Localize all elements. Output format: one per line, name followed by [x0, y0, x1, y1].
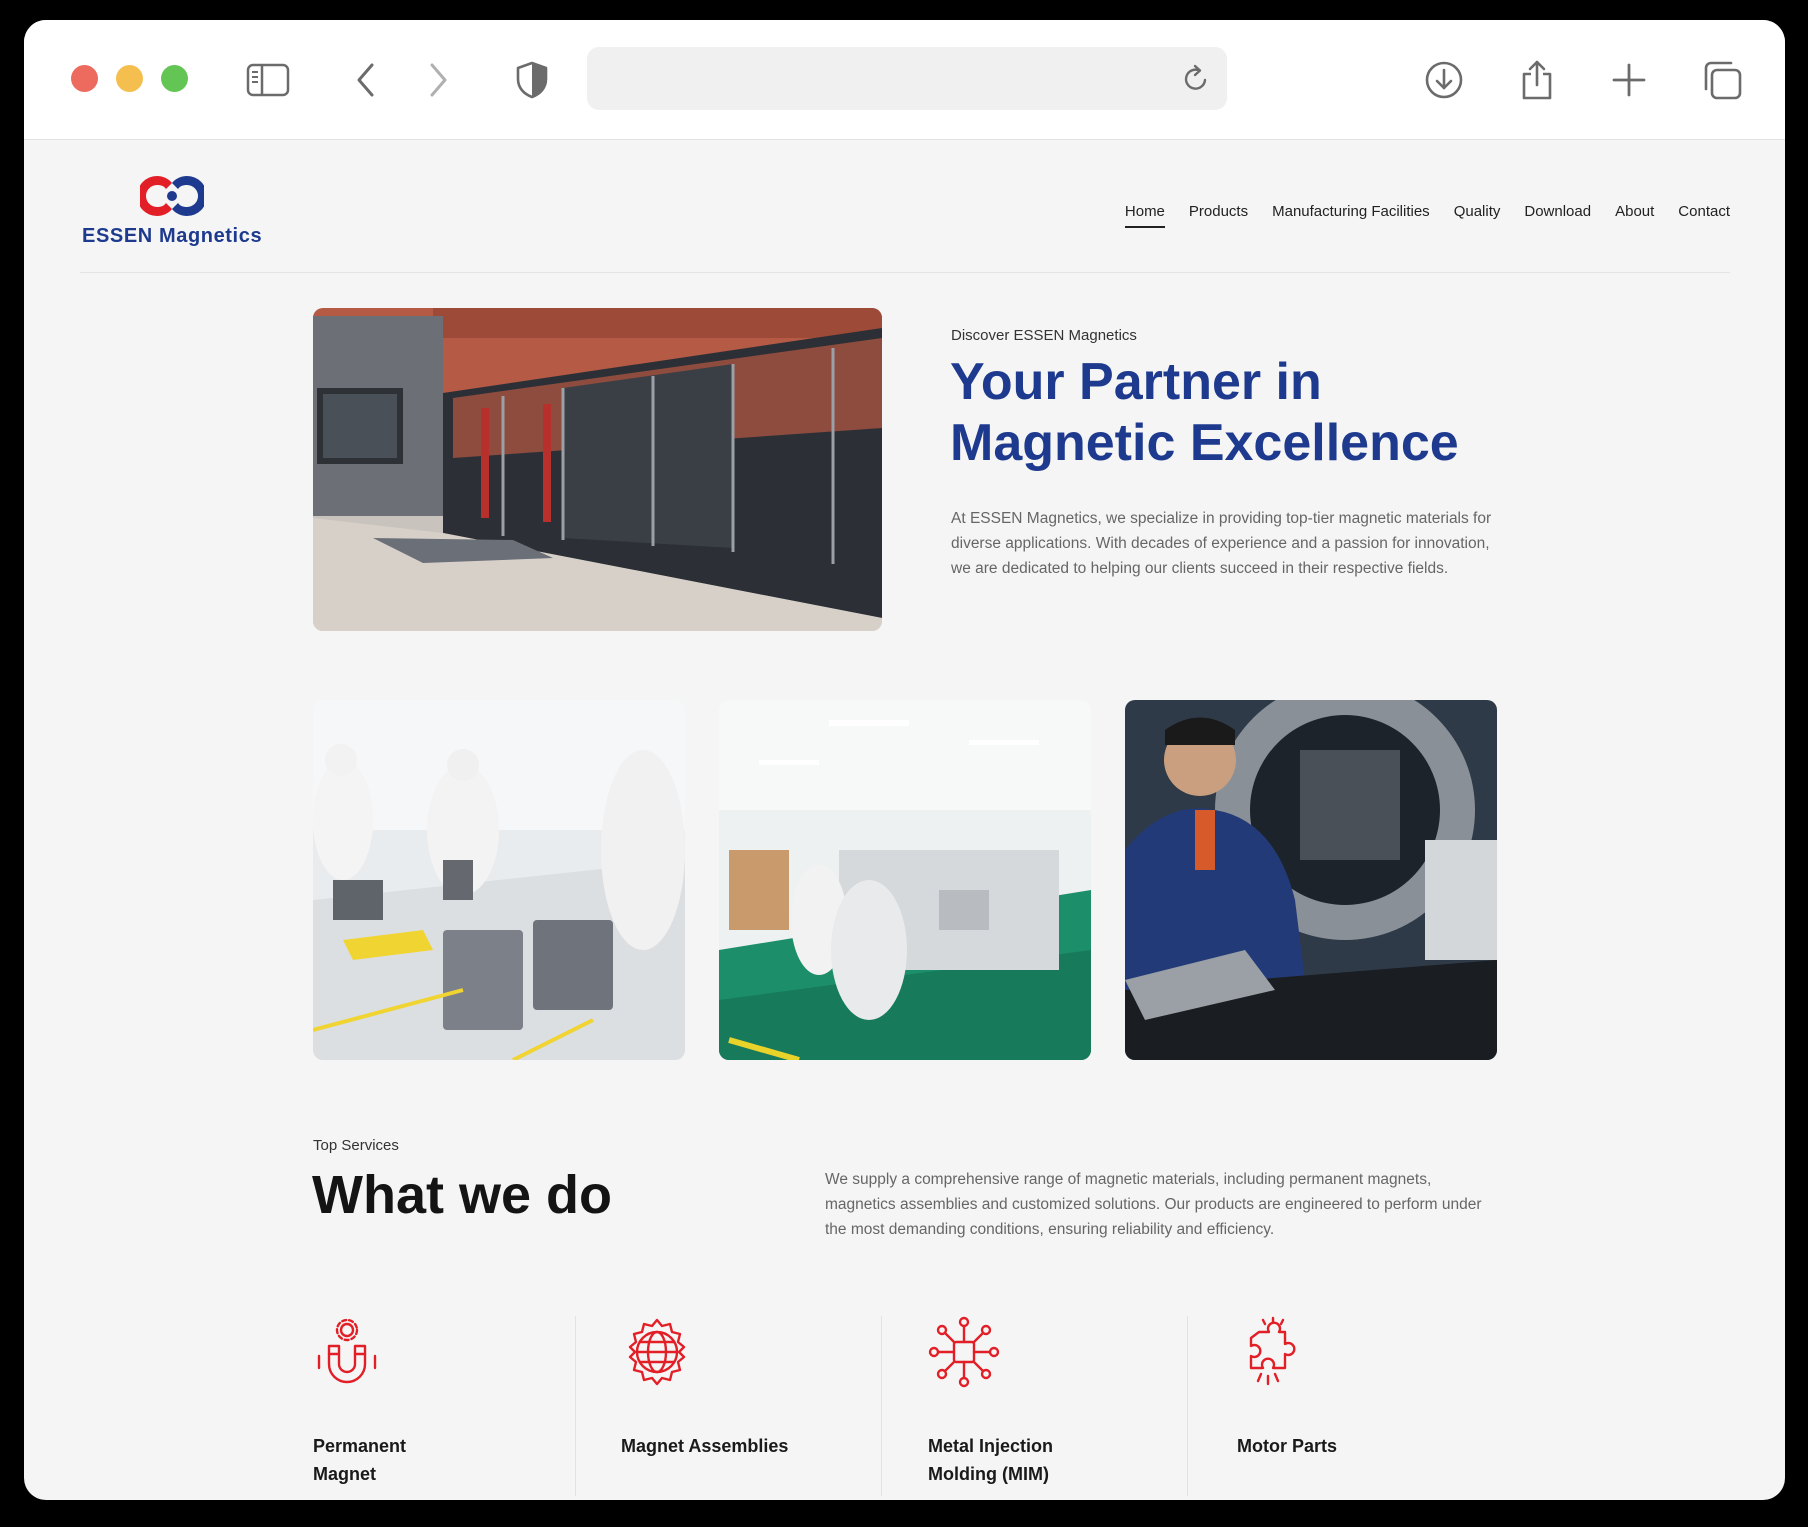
sidebar-icon: [246, 63, 290, 97]
new-tab-button[interactable]: [1607, 60, 1651, 100]
reload-button[interactable]: [1177, 59, 1215, 97]
site-logo[interactable]: ESSEN Magnetics: [80, 175, 280, 255]
hero-image-building-entrance: [313, 308, 882, 631]
downloads-button[interactable]: [1422, 60, 1466, 100]
nav-item-download[interactable]: Download: [1524, 203, 1591, 228]
minimize-window-button[interactable]: [116, 65, 143, 92]
service-motor-parts[interactable]: Motor Parts: [1237, 1316, 1437, 1491]
service-label: Metal Injection Molding (MIM): [928, 1436, 1054, 1484]
browser-window: ESSEN Magnetics Home Products Manufactur…: [24, 20, 1785, 1500]
share-button[interactable]: [1515, 60, 1559, 100]
service-divider: [1187, 1316, 1188, 1496]
service-magnet-assemblies[interactable]: Magnet Assemblies: [621, 1316, 861, 1491]
sidebar-toggle-button[interactable]: [246, 60, 290, 100]
nav-item-quality[interactable]: Quality: [1454, 203, 1501, 228]
service-permanent-magnet[interactable]: Permanent Magnet: [313, 1316, 543, 1491]
services-title: What we do: [312, 1165, 612, 1225]
forward-icon: [430, 63, 447, 97]
globe-gear-icon: [628, 1318, 686, 1386]
back-icon: [357, 63, 374, 97]
browser-toolbar: [24, 20, 1785, 140]
service-label: Motor Parts: [1237, 1436, 1338, 1456]
tab-overview-button[interactable]: [1700, 60, 1744, 100]
hero-description: At ESSEN Magnetics, we specialize in pro…: [951, 510, 1492, 577]
share-icon: [1522, 60, 1552, 100]
service-label: Magnet Assemblies: [621, 1436, 789, 1456]
hero-eyebrow: Discover ESSEN Magnetics: [951, 327, 1137, 344]
gallery-image-production-floor: [719, 700, 1091, 1060]
nav-item-manufacturing-facilities[interactable]: Manufacturing Facilities: [1272, 203, 1430, 228]
services-eyebrow: Top Services: [313, 1137, 399, 1154]
network-chip-icon: [928, 1316, 1000, 1388]
zoom-window-button[interactable]: [161, 65, 188, 92]
gallery-image-furnace-operator: [1125, 700, 1497, 1060]
nav-item-about[interactable]: About: [1615, 203, 1654, 228]
service-label: Permanent Magnet: [313, 1436, 407, 1484]
forward-button[interactable]: [416, 60, 460, 100]
address-bar[interactable]: [587, 47, 1227, 110]
puzzle-icon: [1249, 1316, 1296, 1386]
new-tab-icon: [1612, 63, 1646, 97]
logo-text: ESSEN Magnetics: [82, 225, 263, 247]
service-divider: [881, 1316, 882, 1496]
close-window-button[interactable]: [71, 65, 98, 92]
nav-item-contact[interactable]: Contact: [1678, 203, 1730, 228]
site-header: ESSEN Magnetics Home Products Manufactur…: [80, 140, 1730, 273]
nav-item-products[interactable]: Products: [1189, 203, 1248, 228]
service-metal-injection-molding[interactable]: Metal Injection Molding (MIM): [928, 1316, 1128, 1491]
main-nav: Home Products Manufacturing Facilities Q…: [1101, 203, 1730, 228]
gallery-image-workers-packaging: [313, 700, 685, 1060]
back-button[interactable]: [344, 60, 388, 100]
shield-icon: [516, 61, 548, 99]
magnet-icon: [317, 1318, 377, 1384]
logo-mark-icon: [140, 176, 204, 216]
privacy-shield-button[interactable]: [510, 60, 554, 100]
hero-title: Your Partner in Magnetic Excellence: [950, 353, 1459, 472]
reload-icon: [1184, 64, 1207, 90]
download-icon: [1425, 61, 1463, 99]
nav-item-home[interactable]: Home: [1124, 203, 1165, 228]
tabs-overview-icon: [1704, 61, 1742, 100]
service-divider: [575, 1316, 576, 1496]
services-description: We supply a comprehensive range of magne…: [825, 1171, 1482, 1238]
